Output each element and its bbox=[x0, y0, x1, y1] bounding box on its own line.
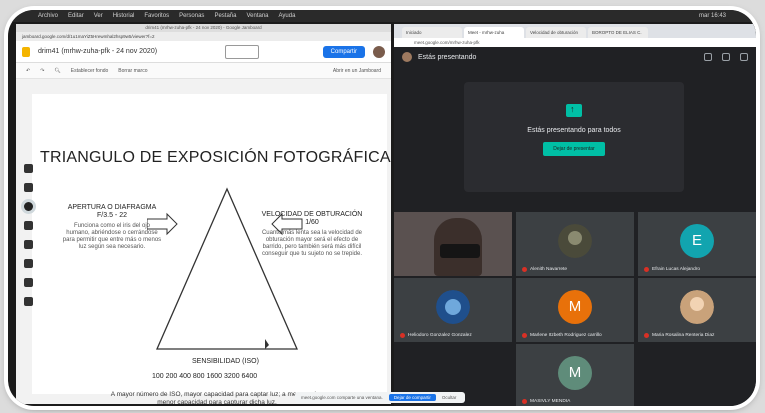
sticky-note-icon[interactable] bbox=[24, 221, 33, 230]
doc-title[interactable]: drim41 (mrhw-zuha-pfk - 24 nov 2020) bbox=[38, 48, 157, 55]
menu-ventana[interactable]: Ventana bbox=[246, 13, 268, 19]
velocidad-value: 1/60 bbox=[305, 219, 319, 227]
screen-frame: Archivo Editar Ver Historial Favoritos P… bbox=[8, 10, 756, 406]
pen-icon[interactable] bbox=[24, 164, 33, 173]
jamboard-window: drim41 (mrhw-zuha-pfk - 24 nov 2020) - G… bbox=[16, 24, 391, 406]
meet-topbar: Estás presentando bbox=[394, 47, 756, 67]
velocidad-block: VELOCIDAD DE OBTURACIÓN 1/60 Cuanto más … bbox=[257, 211, 367, 258]
board-title: TRIANGULO DE EXPOSICIÓN FOTOGRÁFICA bbox=[40, 149, 391, 166]
reset-background-button[interactable]: Establecer fondo bbox=[71, 68, 109, 74]
menu-personas[interactable]: Personas bbox=[179, 13, 204, 19]
participant-name: Heliodoro Gonzalez Gonzalez bbox=[408, 333, 472, 338]
textbox-icon[interactable] bbox=[24, 278, 33, 287]
participant-name: MASIVLY MENDIA bbox=[530, 399, 571, 404]
share-bar-text: meet.google.com comparte una ventana. bbox=[301, 395, 383, 400]
participant-tile[interactable]: Heliodoro Gonzalez Gonzalez bbox=[394, 278, 512, 342]
mic-off-icon bbox=[644, 333, 649, 338]
mic-off-icon bbox=[522, 399, 527, 404]
mic-off-icon bbox=[400, 333, 405, 338]
participant-tile[interactable] bbox=[394, 212, 512, 276]
select-icon[interactable] bbox=[24, 202, 33, 211]
meet-window: Iniciado Meet - mrhw-zuha Velocidad de o… bbox=[394, 24, 756, 406]
present-screen-icon bbox=[566, 104, 582, 117]
status-area: mar 16:43 bbox=[699, 13, 726, 19]
presenting-label: Estás presentando bbox=[418, 53, 477, 61]
tab-iniciado[interactable]: Iniciado bbox=[402, 27, 462, 38]
jamboard-toolbar: ↶ ↷ 🔍︎ Establecer fondo Borrar marco Abr… bbox=[16, 63, 391, 79]
laser-icon[interactable] bbox=[24, 297, 33, 306]
avatar[interactable] bbox=[373, 45, 385, 58]
eraser-icon[interactable] bbox=[24, 183, 33, 192]
share-button[interactable]: Compartir bbox=[322, 45, 365, 58]
mac-menubar: Archivo Editar Ver Historial Favoritos P… bbox=[8, 10, 756, 22]
cursor-icon bbox=[265, 339, 269, 349]
menu-editar[interactable]: Editar bbox=[68, 13, 84, 19]
avatar bbox=[402, 52, 412, 62]
menu-ayuda[interactable]: Ayuda bbox=[279, 13, 296, 19]
tab-velocidad[interactable]: Velocidad de obturación bbox=[526, 27, 586, 38]
jamboard-header: drim41 (mrhw-zuha-pfk - 24 nov 2020) Com… bbox=[16, 41, 391, 63]
participant-tile[interactable]: M MASIVLY MENDIA bbox=[516, 344, 634, 406]
shape-icon[interactable] bbox=[24, 259, 33, 268]
participant-avatar: M bbox=[558, 356, 592, 390]
menu-historial[interactable]: Historial bbox=[113, 13, 135, 19]
velocidad-desc: Cuanto más lenta sea la velocidad de obt… bbox=[261, 230, 363, 257]
participant-photo bbox=[436, 290, 470, 324]
participant-name: Alenith Navarrete bbox=[530, 267, 568, 272]
exposure-triangle bbox=[147, 187, 303, 350]
clock: mar 16:43 bbox=[698, 13, 726, 19]
phone-image bbox=[440, 244, 480, 258]
participant-name: Maria Rosalina Renteria Diaz bbox=[652, 333, 715, 338]
participant-tile[interactable]: Alenith Navarrete bbox=[516, 212, 634, 276]
menu-archivo[interactable]: Archivo bbox=[38, 13, 58, 19]
redo-icon[interactable]: ↷ bbox=[40, 68, 44, 74]
participant-tile[interactable]: M Marlene Itzbeth Rodriguez carrillo bbox=[516, 278, 634, 342]
meet-top-icons bbox=[704, 53, 748, 61]
mic-off-icon bbox=[522, 267, 527, 272]
participant-avatar: M bbox=[558, 290, 592, 324]
participant-tile[interactable]: E Efrain Lucas Alejandro bbox=[638, 212, 756, 276]
browser-tabs: Iniciado Meet - mrhw-zuha Velocidad de o… bbox=[394, 24, 756, 38]
frame-bar[interactable] bbox=[225, 44, 260, 59]
present-text: Estás presentando para todos bbox=[527, 127, 621, 134]
velocidad-title: VELOCIDAD DE OBTURACIÓN bbox=[261, 211, 363, 218]
stop-presenting-button[interactable]: Dejar de presentar bbox=[543, 142, 605, 156]
mic-off-icon bbox=[522, 333, 527, 338]
menu-pestana[interactable]: Pestaña bbox=[214, 13, 236, 19]
participant-avatar: E bbox=[680, 224, 714, 258]
presenting-tile: Estás presentando para todos Dejar de pr… bbox=[464, 82, 684, 192]
menu-ver[interactable]: Ver bbox=[94, 13, 103, 19]
iso-label: SENSIBILIDAD (ISO) bbox=[192, 358, 259, 365]
layout-icon[interactable] bbox=[704, 53, 712, 61]
meet-url[interactable]: meet.google.com/mrhw-zuha-pfk bbox=[394, 38, 756, 47]
tab-boropto[interactable]: BOROPTO DE ELIAS C. bbox=[588, 27, 648, 38]
clear-frame-button[interactable]: Borrar marco bbox=[118, 68, 147, 74]
jamboard-url[interactable]: jamboard.google.com/d/1u1maYiZ5Hrewmhal2… bbox=[16, 32, 391, 41]
participant-name: Efrain Lucas Alejandro bbox=[652, 267, 700, 272]
pin-icon[interactable] bbox=[722, 53, 730, 61]
hide-button[interactable]: Ocultar bbox=[442, 395, 457, 400]
jamboard-canvas[interactable]: TRIANGULO DE EXPOSICIÓN FOTOGRÁFICA APER… bbox=[32, 94, 391, 406]
tab-meet[interactable]: Meet - mrhw-zuha bbox=[464, 27, 524, 38]
menu-favoritos[interactable]: Favoritos bbox=[144, 13, 169, 19]
undo-icon[interactable]: ↶ bbox=[26, 68, 30, 74]
participant-name: Marlene Itzbeth Rodriguez carrillo bbox=[530, 333, 602, 338]
jamboard-tool-rail bbox=[24, 164, 33, 306]
image-icon[interactable] bbox=[24, 240, 33, 249]
iso-values: 100 200 400 800 1600 3200 6400 bbox=[152, 373, 258, 380]
more-icon[interactable] bbox=[740, 53, 748, 61]
jamboard-logo-icon bbox=[22, 46, 30, 57]
open-in-jamboard-link[interactable]: Abrir en un Jamboard bbox=[333, 68, 381, 74]
arrow-right-icon bbox=[147, 212, 178, 236]
participant-photo bbox=[558, 224, 592, 258]
screen-share-bar: meet.google.com comparte una ventana. De… bbox=[295, 392, 465, 403]
participant-tile[interactable]: Maria Rosalina Renteria Diaz bbox=[638, 278, 756, 342]
participant-photo bbox=[680, 290, 714, 324]
mic-off-icon bbox=[644, 267, 649, 272]
stop-sharing-button[interactable]: Dejar de compartir bbox=[388, 394, 436, 401]
jamboard-titlebar: drim41 (mrhw-zuha-pfk - 24 nov 2020) - G… bbox=[16, 24, 391, 32]
zoom-icon[interactable]: 🔍︎ bbox=[54, 68, 60, 74]
